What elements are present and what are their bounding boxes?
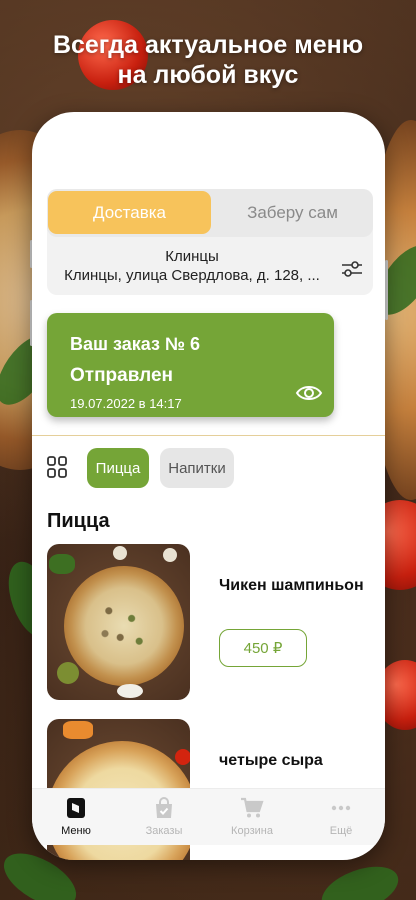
category-chip-drinks[interactable]: Напитки bbox=[160, 448, 234, 488]
settings-sliders-icon[interactable] bbox=[340, 259, 364, 279]
orders-bag-icon bbox=[156, 797, 172, 818]
tab-pickup[interactable]: Заберу сам bbox=[212, 191, 373, 234]
divider bbox=[32, 435, 385, 436]
section-title: Пицца bbox=[47, 510, 110, 532]
olives-garnish bbox=[57, 662, 79, 684]
mushroom-garnish bbox=[113, 546, 127, 560]
menu-icon bbox=[67, 798, 85, 818]
carrot-garnish bbox=[63, 721, 93, 739]
promo-headline: Всегда актуальное меню на любой вкус bbox=[52, 31, 364, 89]
price-button[interactable]: 450 ₽ bbox=[219, 629, 307, 667]
tab-cart[interactable]: Корзина bbox=[208, 789, 296, 845]
phone-side-button bbox=[385, 260, 388, 320]
tab-label: Заказы bbox=[145, 825, 183, 837]
order-number: Ваш заказ № 6 bbox=[70, 334, 200, 354]
pizza-image bbox=[64, 566, 184, 686]
tab-label: Корзина bbox=[231, 825, 273, 837]
tab-delivery[interactable]: Доставка bbox=[48, 191, 211, 234]
bottom-tab-bar: Меню Заказы Корзина Ещё bbox=[32, 788, 385, 845]
phone-screen: Доставка Заберу сам Клинцы Клинцы, улица… bbox=[32, 112, 385, 860]
tab-label: Меню bbox=[61, 825, 91, 837]
delivery-mode-switch: Доставка Заберу сам bbox=[47, 189, 373, 237]
mushroom-garnish bbox=[163, 548, 177, 562]
order-status-card[interactable]: Ваш заказ № 6 Отправлен 19.07.2022 в 14:… bbox=[47, 313, 334, 417]
product-name[interactable]: четыре сыра bbox=[219, 752, 323, 770]
more-dots-icon bbox=[331, 805, 351, 811]
eye-icon[interactable] bbox=[295, 382, 323, 404]
tab-more[interactable]: Ещё bbox=[297, 789, 385, 845]
cart-icon bbox=[241, 797, 264, 818]
background-leaf bbox=[315, 857, 405, 900]
order-datetime: 19.07.2022 в 14:17 bbox=[70, 396, 182, 411]
delivery-card: Доставка Заберу сам Клинцы Клинцы, улица… bbox=[47, 189, 373, 295]
grid-icon[interactable] bbox=[47, 456, 67, 478]
tab-label: Ещё bbox=[329, 825, 353, 837]
sauce-garnish bbox=[117, 684, 143, 698]
product-name[interactable]: Чикен шампиньон bbox=[219, 577, 364, 595]
tab-menu[interactable]: Меню bbox=[32, 789, 120, 845]
basil-garnish bbox=[49, 554, 75, 574]
order-status: Отправлен bbox=[70, 365, 174, 386]
product-image[interactable] bbox=[47, 544, 190, 700]
delivery-city[interactable]: Клинцы bbox=[47, 248, 337, 265]
tomato-garnish bbox=[175, 749, 190, 765]
category-chip-pizza[interactable]: Пицца bbox=[87, 448, 149, 488]
delivery-address[interactable]: Клинцы, улица Свердлова, д. 128, ... bbox=[47, 267, 337, 284]
tab-orders[interactable]: Заказы bbox=[120, 789, 208, 845]
